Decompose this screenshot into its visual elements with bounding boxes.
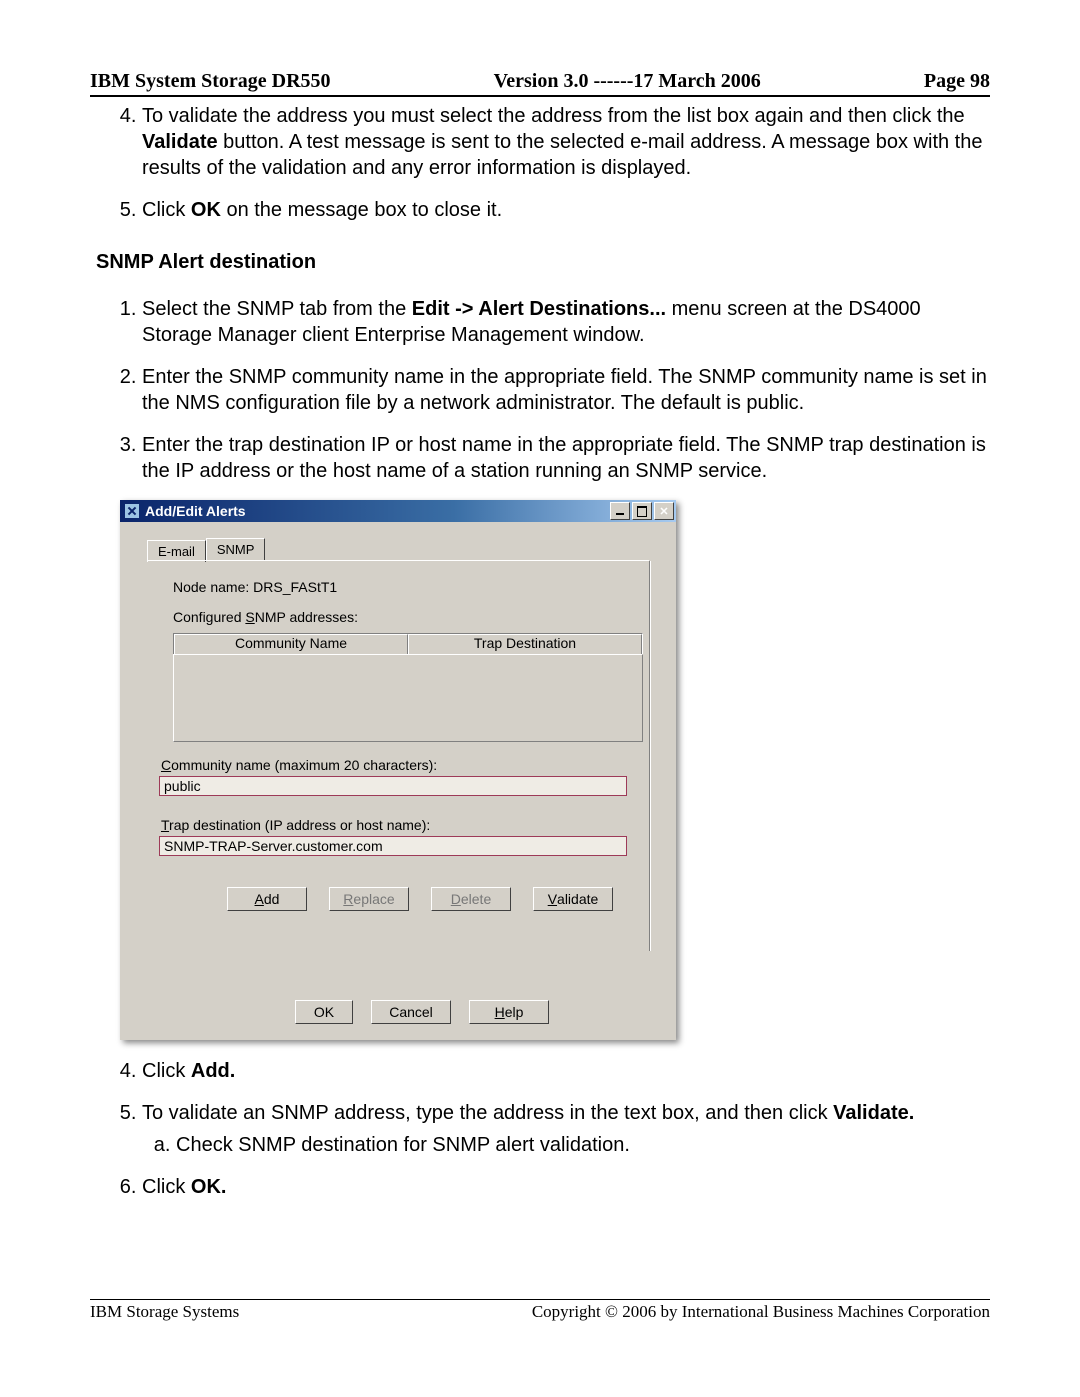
validate-button[interactable]: Validate [533, 887, 613, 911]
community-name-label: Community name (maximum 20 characters): [161, 757, 437, 773]
trap-destination-input[interactable] [159, 836, 627, 856]
snmp-step-2: Enter the SNMP community name in the app… [142, 364, 990, 416]
minimize-button[interactable] [610, 502, 630, 520]
dialog-title: Add/Edit Alerts [145, 503, 246, 519]
replace-button[interactable]: Replace [329, 887, 409, 911]
addresses-table-header: Community Name Trap Destination [173, 633, 643, 655]
page-header: IBM System Storage DR550 Version 3.0 ---… [90, 70, 990, 97]
add-edit-alerts-dialog: Add/Edit Alerts ✕ E-mail SNMP Node name:… [120, 500, 676, 1040]
step-4: To validate the address you must select … [142, 103, 990, 181]
snmp-step-5a: Check SNMP destination for SNMP alert va… [176, 1132, 990, 1158]
cancel-button[interactable]: Cancel [371, 1000, 451, 1024]
configured-addresses-label: Configured SNMP addresses: [173, 609, 358, 625]
page-footer: IBM Storage Systems Copyright © 2006 by … [90, 1299, 990, 1322]
node-name-label: Node name: DRS_FAStT1 [173, 579, 337, 595]
section-heading: SNMP Alert destination [96, 251, 990, 274]
snmp-step-5: To validate an SNMP address, type the ad… [142, 1100, 990, 1158]
header-center: Version 3.0 ------17 March 2006 [494, 70, 761, 93]
col-community-name[interactable]: Community Name [174, 634, 408, 654]
ok-button[interactable]: OK [295, 1000, 353, 1024]
header-left: IBM System Storage DR550 [90, 70, 331, 93]
snmp-step-6: Click OK. [142, 1174, 990, 1200]
add-button[interactable]: Add [227, 887, 307, 911]
maximize-button[interactable] [632, 502, 652, 520]
dialog-titlebar[interactable]: Add/Edit Alerts ✕ [120, 500, 676, 522]
tab-snmp[interactable]: SNMP [206, 538, 266, 560]
help-button[interactable]: Help [469, 1000, 549, 1024]
header-right: Page 98 [924, 70, 990, 93]
trap-destination-label: Trap destination (IP address or host nam… [161, 817, 430, 833]
footer-left: IBM Storage Systems [90, 1302, 239, 1322]
footer-right: Copyright © 2006 by International Busine… [532, 1302, 990, 1322]
community-name-input[interactable] [159, 776, 627, 796]
tab-email[interactable]: E-mail [147, 540, 206, 562]
close-button[interactable]: ✕ [654, 502, 674, 520]
snmp-step-1: Select the SNMP tab from the Edit -> Ale… [142, 296, 990, 348]
addresses-table-body[interactable] [173, 654, 643, 742]
delete-button[interactable]: Delete [431, 887, 511, 911]
step-5: Click OK on the message box to close it. [142, 197, 990, 223]
snmp-step-4: Click Add. [142, 1058, 990, 1084]
snmp-step-3: Enter the trap destination IP or host na… [142, 432, 990, 484]
app-icon [125, 504, 139, 518]
col-trap-destination[interactable]: Trap Destination [408, 634, 642, 654]
